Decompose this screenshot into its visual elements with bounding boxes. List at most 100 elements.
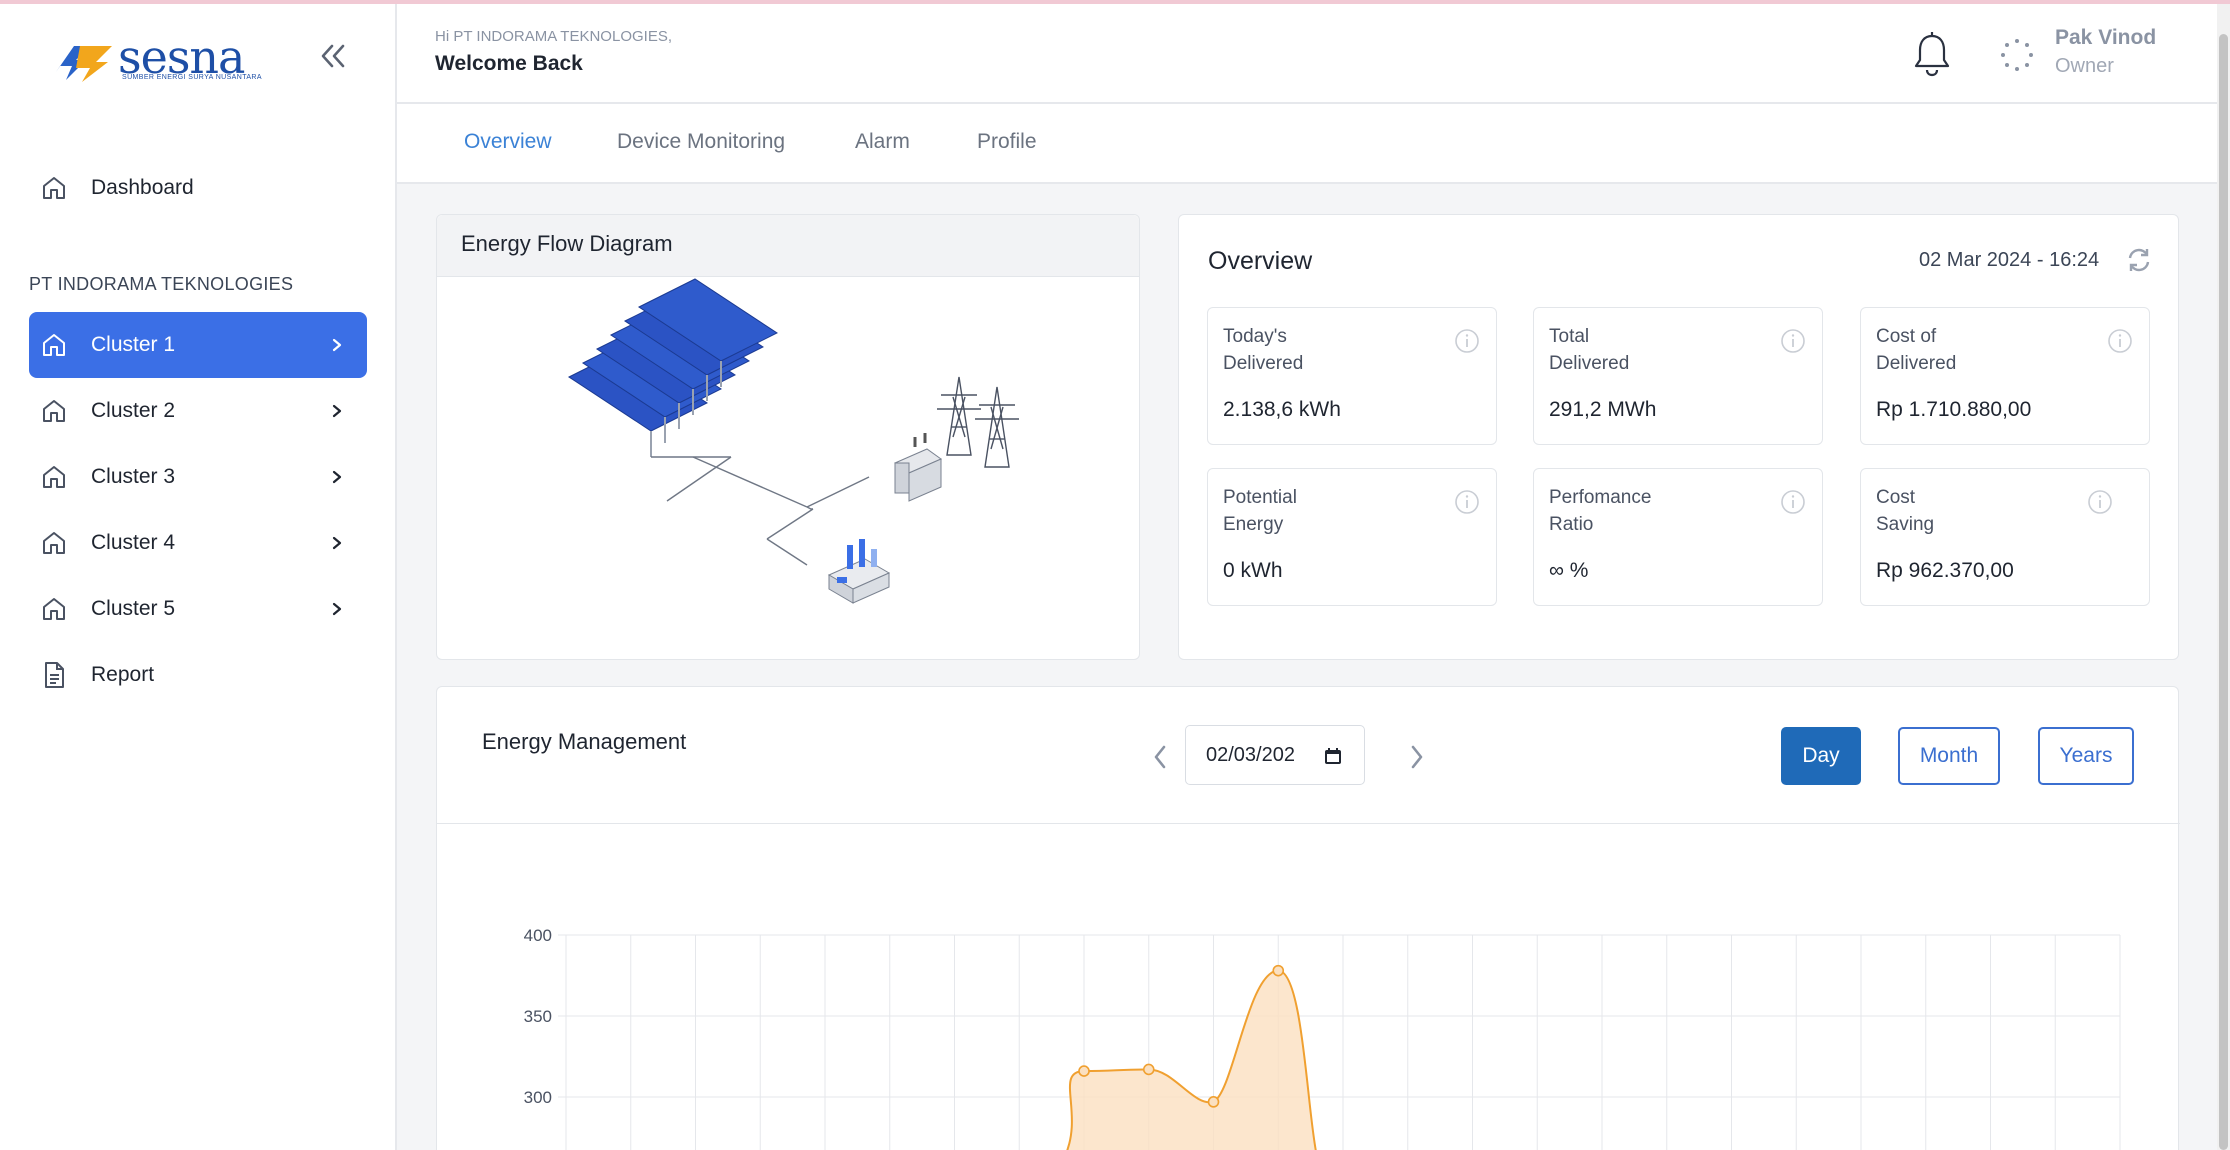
chevron-right-icon <box>317 469 357 485</box>
stat-label: Delivered <box>1876 353 1957 374</box>
energy-management-card: Energy Management 02/03/202 Day Month Ye… <box>436 686 2180 1150</box>
stat-cost-of-delivered: Cost of Delivered Rp 1.710.880,00 <box>1860 307 2150 445</box>
tab-profile[interactable]: Profile <box>977 130 1037 154</box>
sidebar-item-cluster-1[interactable]: Cluster 1 <box>29 312 367 378</box>
main-tabs: Overview Device Monitoring Alarm Profile <box>397 104 2217 184</box>
energy-flow-diagram <box>568 278 1019 604</box>
sidebar-item-label: Cluster 1 <box>91 333 176 356</box>
stat-value: 291,2 MWh <box>1549 398 1657 421</box>
home-icon <box>29 595 79 623</box>
sidebar-item-cluster-2[interactable]: Cluster 2 <box>29 378 367 444</box>
stat-label: Cost <box>1876 487 1916 508</box>
stat-value: Rp 1.710.880,00 <box>1876 398 2032 421</box>
stat-performance-ratio: Perfomance Ratio ∞ % <box>1533 468 1823 606</box>
stat-todays-delivered: Today's Delivered 2.138,6 kWh <box>1207 307 1497 445</box>
bolt-logo-icon <box>56 46 112 82</box>
refresh-button[interactable] <box>2124 245 2154 275</box>
sidebar-item-label: Cluster 3 <box>91 465 176 488</box>
y-tick-label: 350 <box>524 1007 552 1026</box>
stat-total-delivered: Total Delivered 291,2 MWh <box>1533 307 1823 445</box>
overview-card: Overview 02 Mar 2024 - 16:24 Today's Del… <box>1178 214 2179 660</box>
tab-alarm[interactable]: Alarm <box>855 130 910 154</box>
calendar-icon[interactable] <box>1324 747 1342 765</box>
sidebar-item-report[interactable]: Report <box>29 642 367 708</box>
overview-datetime: 02 Mar 2024 - 16:24 <box>1919 249 2100 271</box>
sidebar-item-cluster-4[interactable]: Cluster 4 <box>29 510 367 576</box>
sidebar-item-label: Cluster 4 <box>91 531 176 554</box>
energy-chart: 400 350 300 <box>524 926 2121 1150</box>
stat-label: Perfomance <box>1549 487 1652 508</box>
tab-device-monitoring[interactable]: Device Monitoring <box>617 130 785 154</box>
chevron-right-icon <box>317 403 357 419</box>
home-icon <box>29 331 79 359</box>
transformer-icon <box>893 433 943 502</box>
stat-potential-energy: Potential Energy 0 kWh <box>1207 468 1497 606</box>
refresh-icon <box>2128 248 2150 272</box>
bell-icon <box>1914 32 1950 77</box>
home-icon <box>29 529 79 557</box>
home-icon <box>29 397 79 425</box>
date-input[interactable]: 02/03/202 <box>1185 725 1365 785</box>
day-button[interactable]: Day <box>1781 727 1861 785</box>
date-input-value: 02/03/202 <box>1206 743 1295 766</box>
top-header: Hi PT INDORAMA TEKNOLOGIES, Welcome Back… <box>397 4 2217 104</box>
stat-value: 0 kWh <box>1223 559 1283 582</box>
info-icon[interactable] <box>2087 489 2113 515</box>
month-button[interactable]: Month <box>1898 727 2000 785</box>
home-icon <box>29 463 79 491</box>
stat-label: Ratio <box>1549 514 1594 535</box>
stat-label: Today's <box>1223 326 1287 347</box>
data-point <box>1078 1065 1090 1077</box>
data-point <box>1272 964 1285 977</box>
document-icon <box>29 660 79 690</box>
sidebar-item-cluster-5[interactable]: Cluster 5 <box>29 576 367 642</box>
info-icon[interactable] <box>1780 328 1806 354</box>
brand-tagline: SUMBER ENERGI SURYA NUSANTARA <box>122 74 262 81</box>
stat-label: Cost of <box>1876 326 1937 347</box>
y-tick-label: 300 <box>524 1088 552 1107</box>
user-role: Owner <box>2055 55 2114 77</box>
data-point <box>1142 1063 1155 1076</box>
sesna-logo[interactable]: sesna SUMBER ENERGI SURYA NUSANTARA <box>52 30 262 86</box>
sidebar-item-dashboard[interactable]: Dashboard <box>29 155 367 221</box>
stat-label: Potential <box>1223 487 1297 508</box>
factory-icon <box>827 539 891 604</box>
next-date-button[interactable] <box>1399 737 1435 777</box>
info-icon[interactable] <box>1780 489 1806 515</box>
data-point <box>1207 1096 1220 1108</box>
info-icon[interactable] <box>1454 489 1480 515</box>
stat-value: 2.138,6 kWh <box>1223 398 1341 421</box>
scrollbar-thumb[interactable] <box>2219 34 2228 1150</box>
energy-flow-title: Energy Flow Diagram <box>437 215 1139 277</box>
chevron-left-icon <box>1154 745 1166 769</box>
sidebar-item-label: Cluster 2 <box>91 399 176 422</box>
vertical-scrollbar[interactable] <box>2217 4 2230 1150</box>
stat-label: Delivered <box>1223 353 1304 374</box>
years-button[interactable]: Years <box>2038 727 2134 785</box>
stat-cost-saving: Cost Saving Rp 962.370,00 <box>1860 468 2150 606</box>
sidebar-item-label: Cluster 5 <box>91 597 176 620</box>
stat-label: Total <box>1549 326 1590 347</box>
tab-overview[interactable]: Overview <box>464 130 552 154</box>
sidebar-item-cluster-3[interactable]: Cluster 3 <box>29 444 367 510</box>
chevron-right-icon <box>1411 745 1423 769</box>
sidebar: sesna SUMBER ENERGI SURYA NUSANTARA Dash… <box>0 4 397 1150</box>
overview-title: Overview <box>1208 247 1313 275</box>
info-icon[interactable] <box>1454 328 1480 354</box>
stat-label: Delivered <box>1549 353 1630 374</box>
avatar-loading-icon <box>2000 38 2034 72</box>
notification-bell-button[interactable] <box>1910 30 1954 80</box>
company-section-label: PT INDORAMA TEKNOLOGIES <box>29 274 294 294</box>
chevron-right-icon <box>317 601 357 617</box>
solar-panel-icon <box>568 278 778 457</box>
info-icon[interactable] <box>2107 328 2133 354</box>
energy-management-title: Energy Management <box>482 729 687 754</box>
greeting-text: Hi PT INDORAMA TEKNOLOGIES, <box>435 28 672 45</box>
user-name[interactable]: Pak Vinod <box>2055 26 2156 50</box>
previous-date-button[interactable] <box>1142 737 1178 777</box>
home-icon <box>29 174 79 202</box>
chevron-right-icon <box>317 337 357 353</box>
collapse-sidebar-button[interactable] <box>313 36 353 76</box>
y-tick-label: 400 <box>524 926 552 945</box>
stat-label: Saving <box>1876 514 1935 535</box>
